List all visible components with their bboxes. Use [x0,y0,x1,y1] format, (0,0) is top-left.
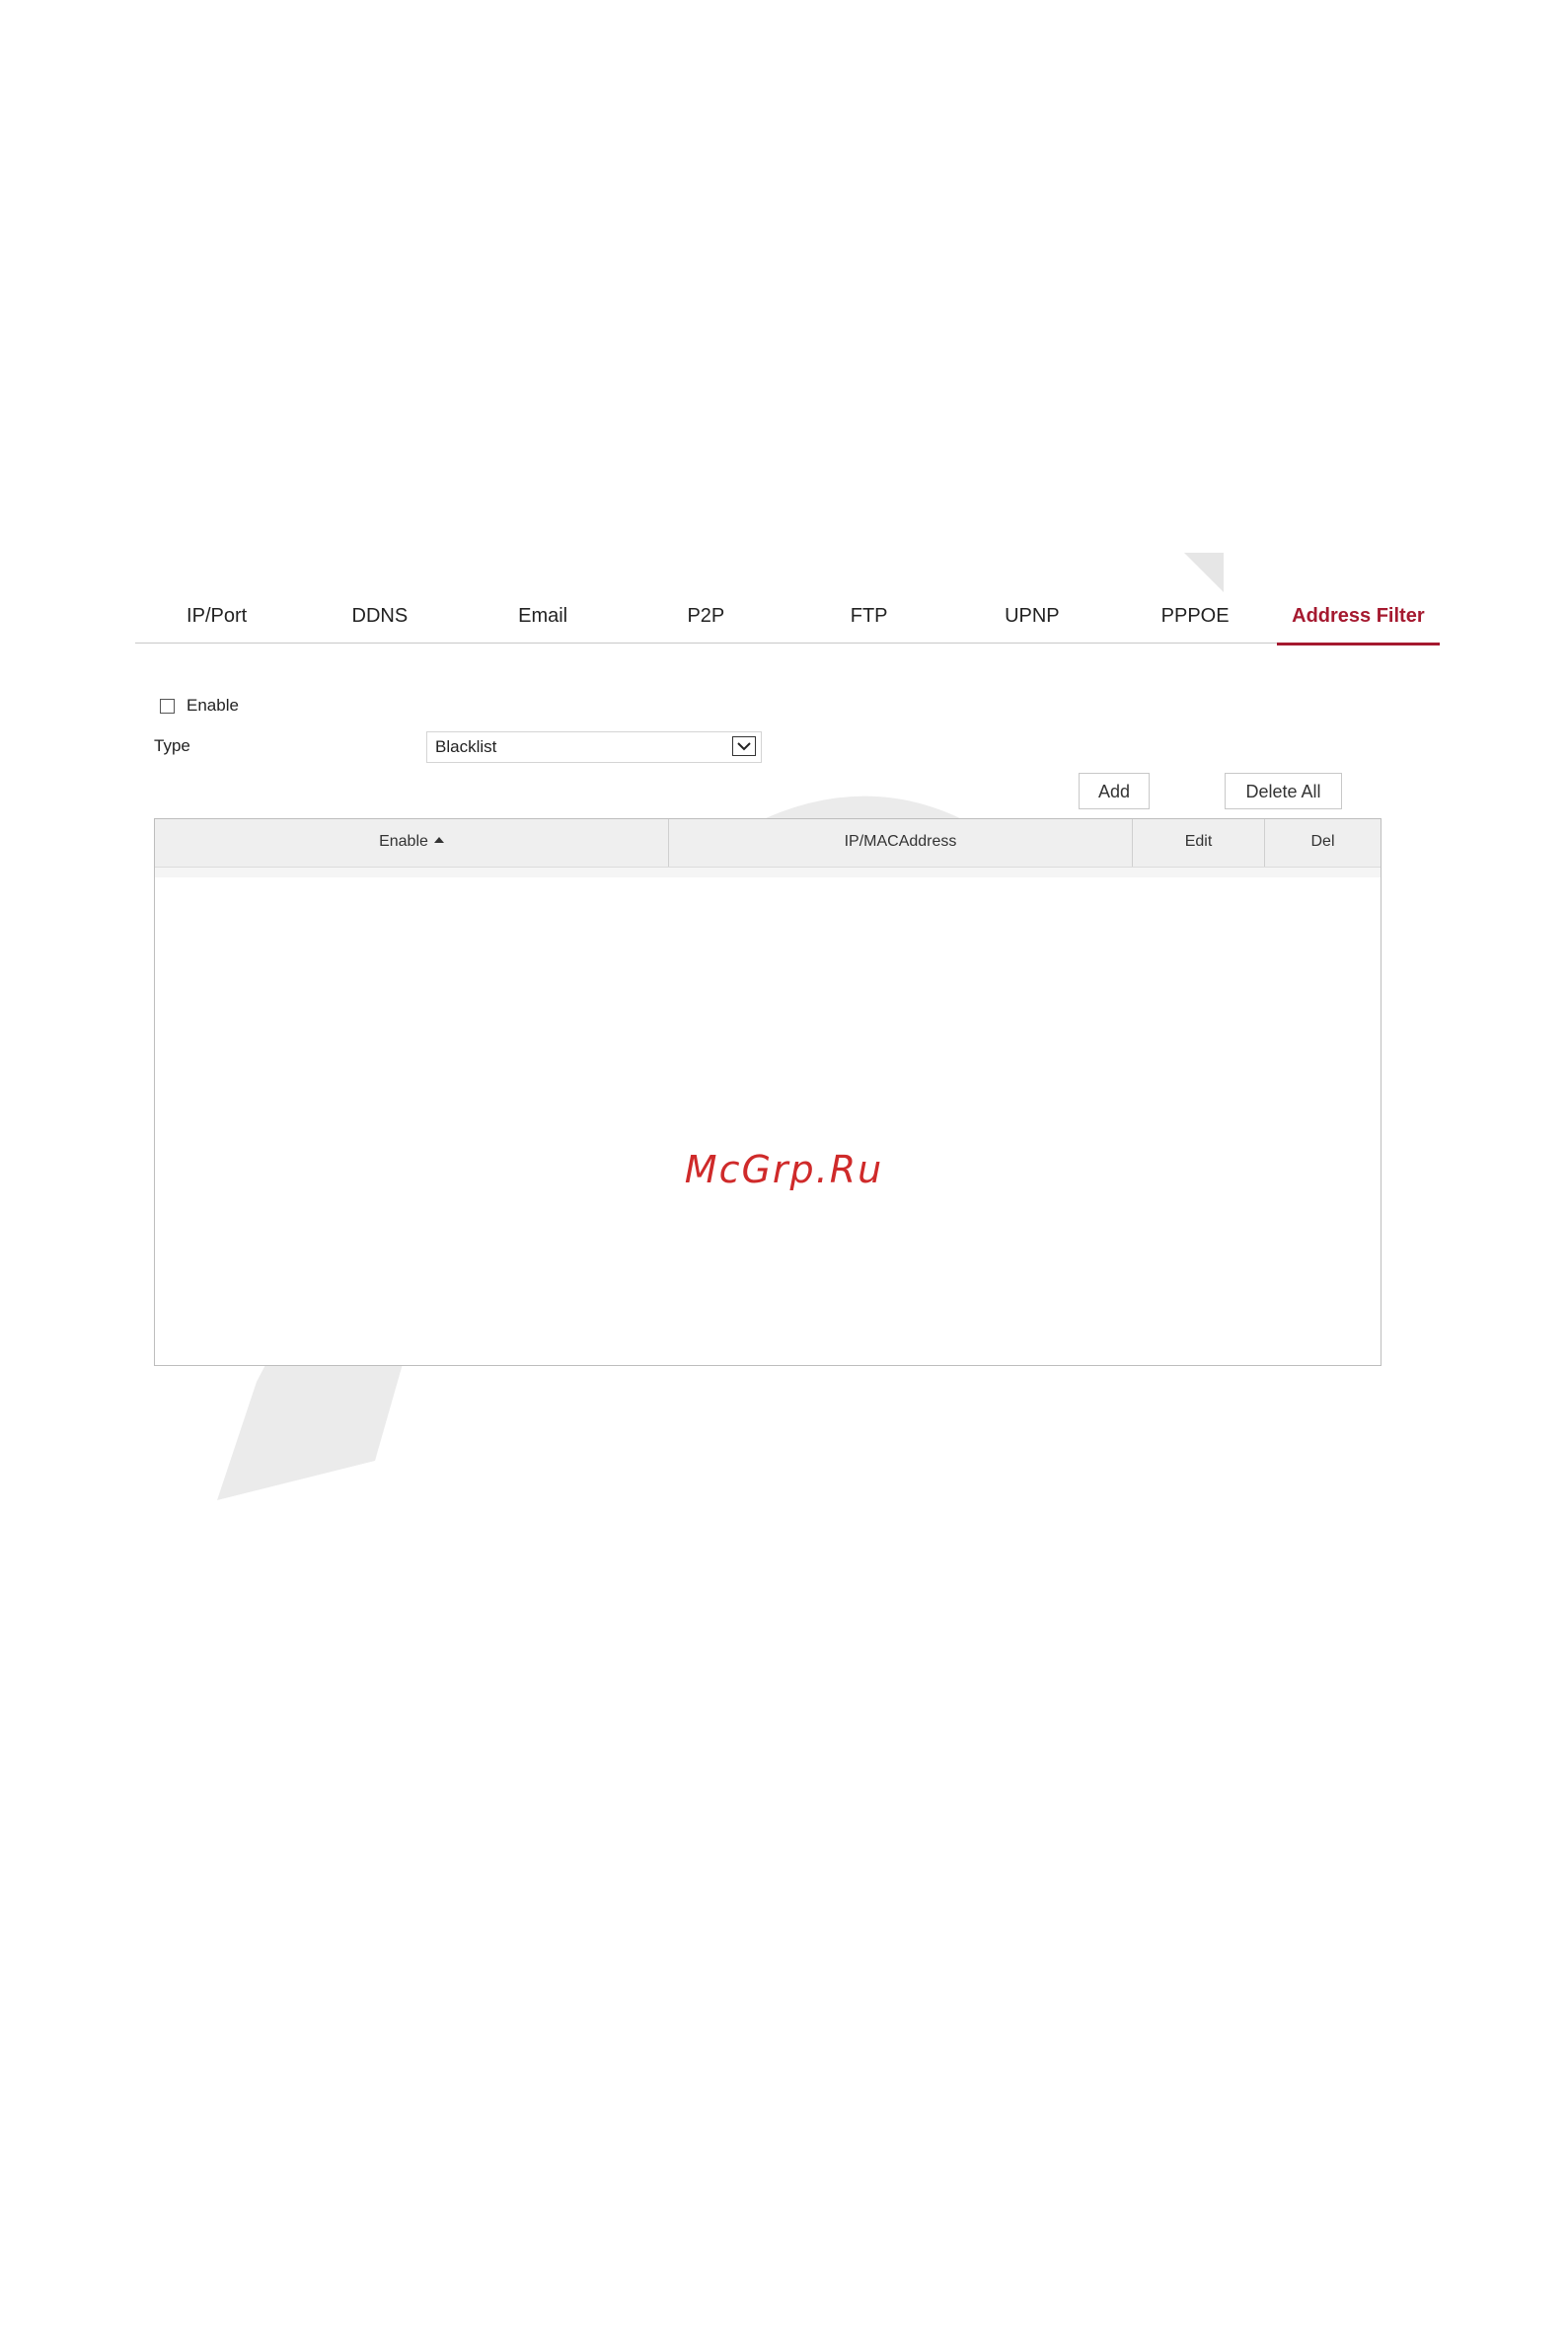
type-select-value: Blacklist [435,737,497,756]
sort-ascending-icon [433,836,444,843]
tab-bar: IP/Port DDNS Email P2P FTP UPNP PPPOE Ad… [135,595,1441,645]
tab-p2p[interactable]: P2P [625,595,787,643]
tab-address-filter[interactable]: Address Filter [1276,595,1441,645]
enable-row: Enable [160,693,239,719]
chevron-down-icon[interactable] [732,736,756,756]
type-label: Type [154,736,190,755]
page: IP/Port DDNS Email P2P FTP UPNP PPPOE Ad… [0,0,1568,2352]
site-watermark-text: McGrp.Ru [684,1148,884,1191]
column-header-enable[interactable]: Enable [155,819,669,867]
column-header-edit: Edit [1133,819,1265,867]
tab-ip-port[interactable]: IP/Port [135,595,298,643]
tab-ddns[interactable]: DDNS [298,595,461,643]
column-header-enable-label: Enable [379,833,428,850]
enable-label: Enable [187,696,239,715]
tab-email[interactable]: Email [462,595,625,643]
address-filter-table: Enable IP/MACAddress Edit Del [154,818,1381,1366]
add-button[interactable]: Add [1079,773,1150,809]
tab-pppoe[interactable]: PPPOE [1114,595,1277,643]
type-select[interactable]: Blacklist [426,731,762,763]
column-header-address: IP/MACAddress [669,819,1133,867]
tab-ftp[interactable]: FTP [787,595,950,643]
tab-upnp[interactable]: UPNP [950,595,1113,643]
table-body-empty [155,868,1381,877]
table-header: Enable IP/MACAddress Edit Del [155,819,1381,868]
delete-all-button[interactable]: Delete All [1225,773,1342,809]
column-header-del: Del [1310,833,1335,850]
enable-checkbox[interactable] [160,698,175,714]
